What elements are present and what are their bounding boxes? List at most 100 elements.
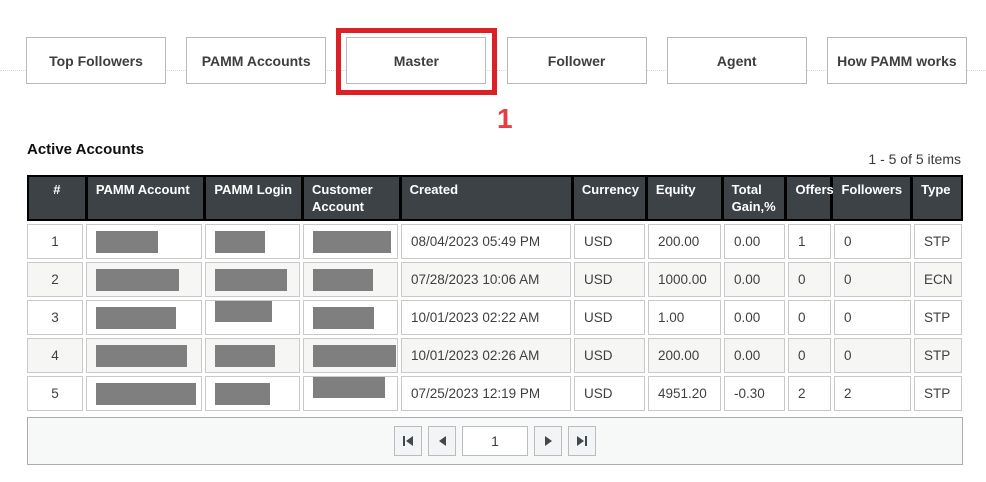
created-cell: 07/25/2023 12:19 PM xyxy=(401,376,571,411)
created-cell: 08/04/2023 05:49 PM xyxy=(401,224,571,259)
last-page-button[interactable] xyxy=(568,426,596,456)
active-accounts-table: # PAMM Account PAMM Login Customer Accou… xyxy=(27,175,963,465)
prev-page-button[interactable] xyxy=(428,426,456,456)
type-cell: STP xyxy=(914,224,962,259)
column-header-type: Type xyxy=(913,177,961,219)
currency-cell: USD xyxy=(574,300,645,335)
redacted-value xyxy=(96,345,187,367)
redacted-value xyxy=(313,231,391,253)
column-header-pamm-login: PAMM Login xyxy=(206,177,301,219)
row-index: 4 xyxy=(27,338,83,373)
column-header-equity: Equity xyxy=(648,177,721,219)
pamm-account-cell xyxy=(86,376,202,411)
followers-cell: 0 xyxy=(834,224,911,259)
row-index: 2 xyxy=(27,262,83,297)
total-gain-cell: 0.00 xyxy=(724,338,785,373)
pamm-login-cell xyxy=(205,300,300,335)
table-pager-footer: 1 xyxy=(27,417,963,465)
redacted-value xyxy=(215,300,272,322)
currency-cell: USD xyxy=(574,262,645,297)
pamm-account-cell xyxy=(86,300,202,335)
column-header-customer-account: Customer Account xyxy=(304,177,399,219)
table-row: 1 08/04/2023 05:49 PM USD 200.00 0.00 1 … xyxy=(27,224,963,259)
first-page-icon xyxy=(403,436,413,446)
pamm-account-cell xyxy=(86,338,202,373)
pamm-account-cell xyxy=(86,224,202,259)
next-page-icon xyxy=(545,436,552,446)
redacted-value xyxy=(96,231,158,253)
total-gain-cell: -0.30 xyxy=(724,376,785,411)
equity-cell: 200.00 xyxy=(648,338,721,373)
tab-pamm-accounts[interactable]: PAMM Accounts xyxy=(186,37,326,84)
created-cell: 10/01/2023 02:22 AM xyxy=(401,300,571,335)
first-page-button[interactable] xyxy=(394,426,422,456)
redacted-value xyxy=(96,269,179,291)
offers-cell: 0 xyxy=(788,338,831,373)
offers-cell: 1 xyxy=(788,224,831,259)
redacted-value xyxy=(215,383,270,405)
pamm-dashboard: Top Followers PAMM Accounts Master Follo… xyxy=(0,0,986,482)
next-page-button[interactable] xyxy=(534,426,562,456)
equity-cell: 4951.20 xyxy=(648,376,721,411)
followers-cell: 2 xyxy=(834,376,911,411)
offers-cell: 0 xyxy=(788,300,831,335)
redacted-value xyxy=(313,269,373,291)
row-index: 1 xyxy=(27,224,83,259)
table-row: 2 07/28/2023 10:06 AM USD 1000.00 0.00 0… xyxy=(27,262,963,297)
pamm-login-cell xyxy=(205,262,300,297)
table-header-row: # PAMM Account PAMM Login Customer Accou… xyxy=(27,175,963,221)
tab-agent[interactable]: Agent xyxy=(667,37,807,84)
redacted-value xyxy=(215,345,275,367)
customer-account-cell xyxy=(303,300,398,335)
created-cell: 07/28/2023 10:06 AM xyxy=(401,262,571,297)
pamm-account-cell xyxy=(86,262,202,297)
column-header-pamm-account: PAMM Account xyxy=(88,177,204,219)
annotation-highlight-box xyxy=(336,28,497,95)
annotation-step-number: 1 xyxy=(497,103,513,135)
items-count-label: 1 - 5 of 5 items xyxy=(868,151,961,167)
total-gain-cell: 0.00 xyxy=(724,300,785,335)
followers-cell: 0 xyxy=(834,262,911,297)
offers-cell: 0 xyxy=(788,262,831,297)
followers-cell: 0 xyxy=(834,338,911,373)
type-cell: STP xyxy=(914,338,962,373)
row-index: 3 xyxy=(27,300,83,335)
page-number-input[interactable]: 1 xyxy=(462,426,528,456)
redacted-value xyxy=(313,376,385,398)
redacted-value xyxy=(313,345,396,367)
column-header-created: Created xyxy=(402,177,571,219)
table-row: 4 - 10/01/2023 02:26 AM USD 200.00 0.00 … xyxy=(27,338,963,373)
equity-cell: 1.00 xyxy=(648,300,721,335)
redacted-value xyxy=(96,307,176,329)
table-row: 5 07/25/2023 12:19 PM USD 4951.20 -0.30 … xyxy=(27,376,963,411)
redacted-value xyxy=(313,307,374,329)
tab-follower[interactable]: Follower xyxy=(507,37,647,84)
customer-account-cell xyxy=(303,224,398,259)
page-title: Active Accounts xyxy=(27,141,144,158)
currency-cell: USD xyxy=(574,338,645,373)
column-header-currency: Currency xyxy=(574,177,645,219)
equity-cell: 200.00 xyxy=(648,224,721,259)
table-row: 3 10/01/2023 02:22 AM USD 1.00 0.00 0 0 … xyxy=(27,300,963,335)
pamm-login-cell xyxy=(205,338,300,373)
currency-cell: USD xyxy=(574,376,645,411)
prev-page-icon xyxy=(439,436,446,446)
type-cell: ECN xyxy=(914,262,962,297)
column-header-index: # xyxy=(29,177,85,219)
tab-top-followers[interactable]: Top Followers xyxy=(26,37,166,84)
redacted-value xyxy=(215,269,287,291)
customer-account-cell xyxy=(303,376,398,411)
followers-cell: 0 xyxy=(834,300,911,335)
customer-account-cell: - xyxy=(303,338,398,373)
column-header-offers: Offers xyxy=(787,177,830,219)
type-cell: STP xyxy=(914,300,962,335)
redacted-value xyxy=(215,231,265,253)
total-gain-cell: 0.00 xyxy=(724,224,785,259)
total-gain-cell: 0.00 xyxy=(724,262,785,297)
pamm-login-cell xyxy=(205,376,300,411)
column-header-followers: Followers xyxy=(833,177,910,219)
type-cell: STP xyxy=(914,376,962,411)
tab-how-pamm-works[interactable]: How PAMM works xyxy=(827,37,967,84)
pamm-login-cell xyxy=(205,224,300,259)
redacted-value xyxy=(96,383,196,405)
